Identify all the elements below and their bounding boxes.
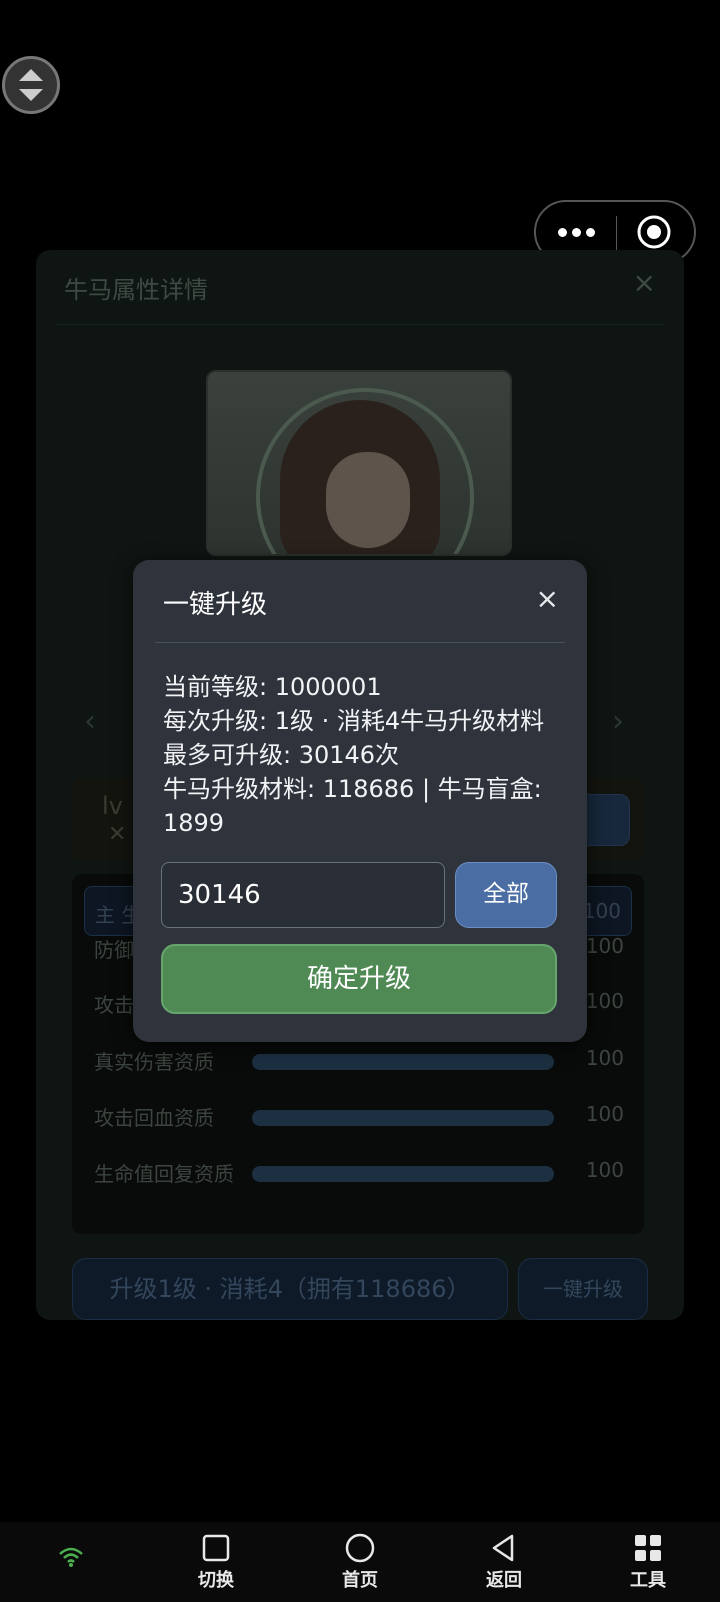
nav-back[interactable]: 返回 xyxy=(464,1532,544,1598)
materials-text: 牛马升级材料: 118686 | 牛马盲盒: 1899 xyxy=(163,775,542,837)
character-portrait xyxy=(206,370,512,556)
nav-label: 工具 xyxy=(630,1570,666,1591)
nav-tools[interactable]: 工具 xyxy=(608,1532,688,1598)
stat-row: 攻击回血资质 100 xyxy=(94,1102,624,1132)
stat-value: 100 xyxy=(585,989,624,1013)
stat-name: 攻击回血资质 xyxy=(94,1106,214,1130)
stat-bar xyxy=(252,1054,554,1070)
upgrade-info: 当前等级: 1000001 每次升级: 1级 · 消耗4牛马升级材料 最多可升级… xyxy=(163,670,563,840)
max-upgrade-text: 最多可升级: 30146次 xyxy=(163,741,400,769)
stat-name: 防御 xyxy=(94,938,134,962)
stat-value: 100 xyxy=(585,1158,624,1182)
level-sub-icon: ✕ xyxy=(108,822,127,847)
one-click-upgrade-button[interactable]: 一键升级 xyxy=(518,1258,648,1320)
stat-bar xyxy=(252,1110,554,1126)
stat-row: 真实伤害资质 100 xyxy=(94,1046,624,1076)
per-upgrade-text: 每次升级: 1级 · 消耗4牛马升级材料 xyxy=(163,707,545,735)
more-dots-icon xyxy=(558,228,567,237)
capsule-divider xyxy=(616,216,617,250)
next-character-icon[interactable]: › xyxy=(612,704,624,739)
stat-name: 生命值回复资质 xyxy=(94,1162,234,1186)
dialog-divider xyxy=(155,642,565,643)
nav-label: 首页 xyxy=(342,1570,378,1591)
panel-divider xyxy=(56,324,664,325)
stat-row: 生命值回复资质 100 xyxy=(94,1158,624,1188)
nav-home[interactable]: 首页 xyxy=(320,1532,400,1598)
close-icon[interactable]: × xyxy=(536,582,559,615)
triangle-back-icon xyxy=(492,1534,514,1562)
floating-scroll-ball[interactable] xyxy=(2,56,60,114)
grid-icon xyxy=(635,1535,661,1561)
nav-label: 返回 xyxy=(486,1570,522,1591)
stat-name: 真实伤害资质 xyxy=(94,1050,214,1074)
upgrade-one-level-button[interactable]: 升级1级 · 消耗4（拥有118686） xyxy=(72,1258,508,1320)
current-level-text: 当前等级: 1000001 xyxy=(163,673,382,701)
stat-value: 100 xyxy=(585,1102,624,1126)
square-icon xyxy=(202,1534,230,1562)
wifi-icon xyxy=(59,1547,83,1567)
confirm-upgrade-button[interactable]: 确定升级 xyxy=(161,944,557,1014)
stat-name: 攻击 xyxy=(94,993,134,1017)
nav-label: 切换 xyxy=(198,1570,234,1591)
upgrade-quantity-input[interactable] xyxy=(161,862,445,928)
main-stat-value: 100 xyxy=(582,899,621,923)
one-click-upgrade-dialog: 一键升级 × 当前等级: 1000001 每次升级: 1级 · 消耗4牛马升级材… xyxy=(133,560,587,1042)
stat-bar xyxy=(252,1166,554,1182)
level-label: lv xyxy=(102,792,123,820)
stat-value: 100 xyxy=(585,934,624,958)
close-miniprogram-icon[interactable] xyxy=(634,212,674,252)
more-dots-icon-dot xyxy=(586,228,595,237)
up-down-arrows-icon xyxy=(19,69,43,101)
dialog-title: 一键升级 xyxy=(163,590,268,620)
system-nav-bar: 切换 首页 返回 工具 xyxy=(0,1522,720,1602)
circle-icon xyxy=(345,1533,375,1563)
nav-switch[interactable]: 切换 xyxy=(176,1532,256,1598)
portrait-face xyxy=(326,452,410,548)
close-icon[interactable]: × xyxy=(633,266,656,299)
all-button[interactable]: 全部 xyxy=(455,862,557,928)
prev-character-icon[interactable]: ‹ xyxy=(84,704,96,739)
stat-value: 100 xyxy=(585,1046,624,1070)
more-dots-icon-dot xyxy=(572,228,581,237)
panel-title: 牛马属性详情 xyxy=(64,276,208,304)
